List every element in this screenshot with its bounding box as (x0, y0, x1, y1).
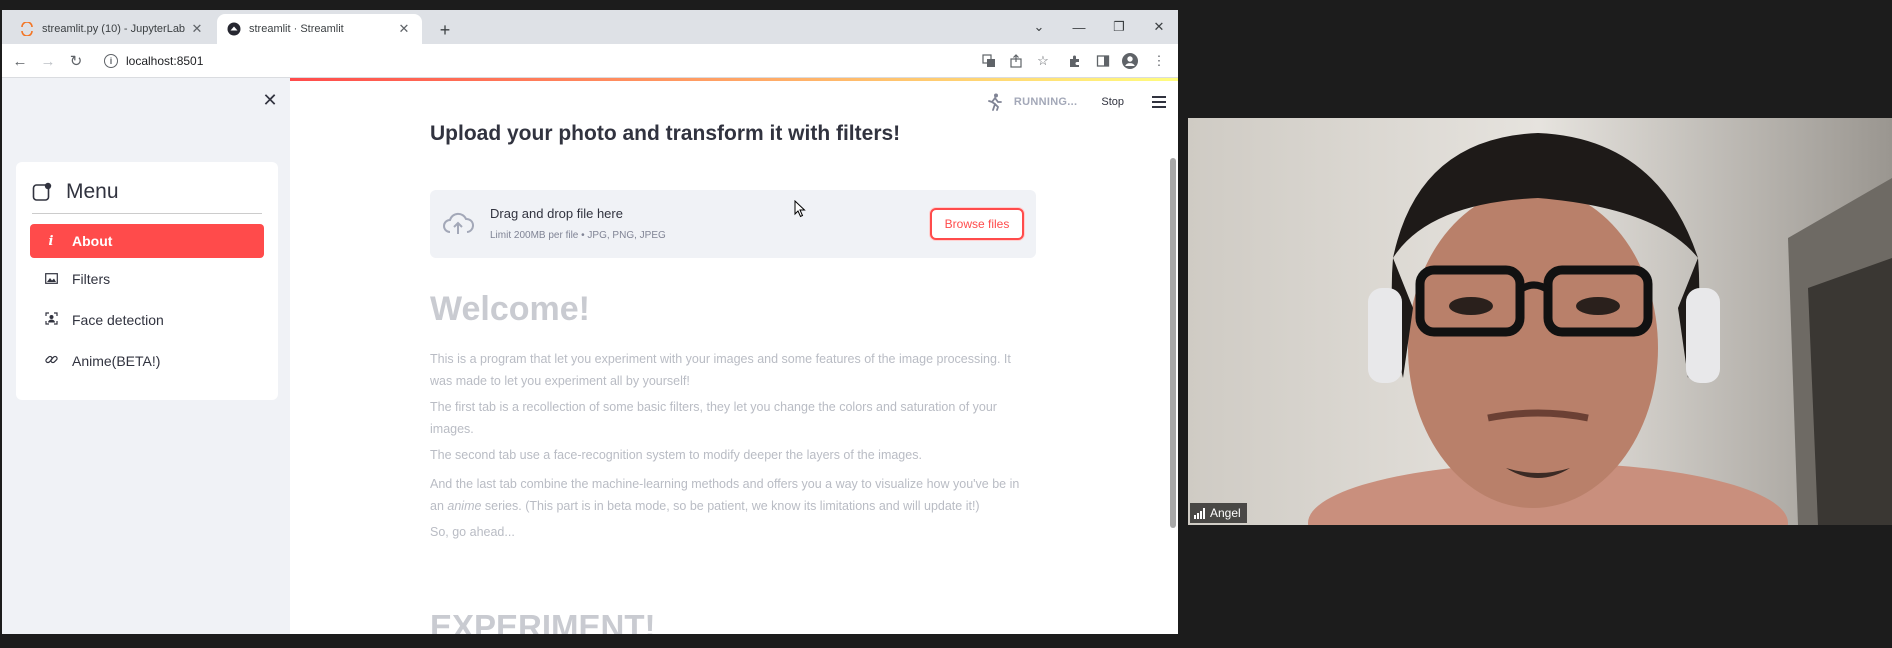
sidebar-item-filters[interactable]: Filters (30, 262, 264, 296)
participant-name: Angel (1210, 506, 1241, 520)
browser-window: streamlit.py (10) - JupyterLab ✕ streaml… (2, 10, 1178, 634)
forward-button[interactable]: → (38, 51, 58, 71)
kebab-menu-icon[interactable]: ⋮ (1150, 52, 1168, 70)
tab-bar: streamlit.py (10) - JupyterLab ✕ streaml… (2, 10, 1178, 44)
info-icon: i (48, 233, 54, 249)
restore-button[interactable]: ❐ (1104, 16, 1134, 38)
paragraph-go-ahead: So, go ahead... (430, 525, 515, 539)
back-button[interactable]: ← (10, 51, 30, 71)
running-man-icon (986, 93, 1004, 111)
status-widget: RUNNING... Stop (986, 90, 1166, 114)
streamlit-icon (227, 22, 241, 36)
sidebar-item-label: Face detection (72, 312, 164, 328)
sidebar-item-about[interactable]: i About (30, 224, 264, 258)
paragraph-first-tab: The first tab is a recollection of some … (430, 400, 997, 436)
close-icon[interactable]: ✕ (189, 21, 205, 37)
tab-title: streamlit.py (10) - JupyterLab (42, 23, 186, 35)
address-bar[interactable]: i localhost:8501 (98, 49, 978, 73)
jupyter-icon (20, 22, 34, 36)
reload-button[interactable]: ↻ (66, 51, 86, 71)
scrollbar[interactable] (1170, 158, 1176, 528)
paragraph-second-tab: The second tab use a face-recognition sy… (430, 448, 922, 462)
paragraph-intro: This is a program that let you experimen… (430, 352, 1011, 388)
tab-streamlit[interactable]: streamlit · Streamlit ✕ (217, 14, 422, 44)
info-icon[interactable]: i (104, 54, 118, 68)
paragraph-last-tab: And the last tab combine the machine-lea… (430, 473, 1030, 517)
menu-title: Menu (66, 179, 119, 203)
image-icon (44, 272, 58, 287)
face-icon (44, 312, 58, 328)
running-indicator-line (290, 78, 1178, 81)
profile-icon[interactable] (1121, 52, 1139, 70)
drag-drop-label: Drag and drop file here (490, 206, 623, 221)
minimize-button[interactable]: — (1064, 16, 1094, 38)
close-icon[interactable]: ✕ (396, 21, 412, 37)
browse-files-button[interactable]: Browse files (930, 208, 1024, 240)
hamburger-menu-icon[interactable] (1152, 96, 1166, 108)
star-icon[interactable]: ☆ (1034, 52, 1052, 70)
close-icon[interactable]: ✕ (260, 90, 280, 110)
welcome-heading: Welcome! (430, 290, 590, 328)
file-uploader[interactable]: Drag and drop file here Limit 200MB per … (430, 190, 1036, 258)
share-icon[interactable] (1007, 52, 1025, 70)
sidepanel-icon[interactable] (1094, 52, 1112, 70)
experiment-heading: EXPERIMENT! (430, 608, 656, 634)
browser-toolbar: ← → ↻ i localhost:8501 ☆ ⋮ (2, 44, 1178, 78)
file-limit-label: Limit 200MB per file • JPG, PNG, JPEG (490, 230, 666, 241)
close-window-button[interactable]: ✕ (1144, 16, 1174, 38)
signal-bars-icon (1194, 507, 1205, 519)
webcam-image (1188, 118, 1892, 525)
chevron-down-icon[interactable]: ⌄ (1024, 16, 1054, 38)
webcam-video: Angel (1188, 118, 1892, 525)
streamlit-app: ✕ Menu i About Filters Face detection An… (2, 78, 1178, 634)
stop-button[interactable]: Stop (1101, 96, 1124, 108)
sidebar-item-label: About (72, 233, 113, 249)
main-content: RUNNING... Stop Upload your photo and tr… (290, 78, 1178, 634)
translate-icon[interactable] (980, 52, 998, 70)
new-tab-button[interactable]: + (434, 19, 456, 41)
paragraph-text: series. (This part is in beta mode, so b… (481, 499, 980, 513)
extensions-icon[interactable] (1066, 52, 1084, 70)
sidebar-item-label: Anime(BETA!) (72, 353, 161, 369)
participant-name-tag: Angel (1190, 503, 1247, 523)
sidebar-item-face-detection[interactable]: Face detection (30, 303, 264, 337)
menu-card: Menu i About Filters Face detection Anim… (16, 162, 278, 400)
page-title: Upload your photo and transform it with … (430, 122, 901, 145)
paragraph-emphasis: anime (447, 499, 482, 513)
cloud-upload-icon (442, 210, 474, 238)
link-icon (44, 353, 58, 369)
sidebar-item-label: Filters (72, 271, 111, 287)
tab-jupyterlab[interactable]: streamlit.py (10) - JupyterLab ✕ (10, 14, 215, 44)
sidebar: ✕ Menu i About Filters Face detection An… (2, 78, 290, 634)
mouse-cursor-icon (794, 199, 806, 218)
running-status: RUNNING... (1013, 96, 1078, 108)
screen: streamlit.py (10) - JupyterLab ✕ streaml… (0, 0, 1892, 648)
tab-title: streamlit · Streamlit (249, 23, 344, 35)
menu-header: Menu (32, 178, 262, 214)
url-text: localhost:8501 (126, 54, 204, 68)
sidebar-item-anime[interactable]: Anime(BETA!) (30, 344, 264, 378)
menu-app-icon (32, 182, 52, 202)
